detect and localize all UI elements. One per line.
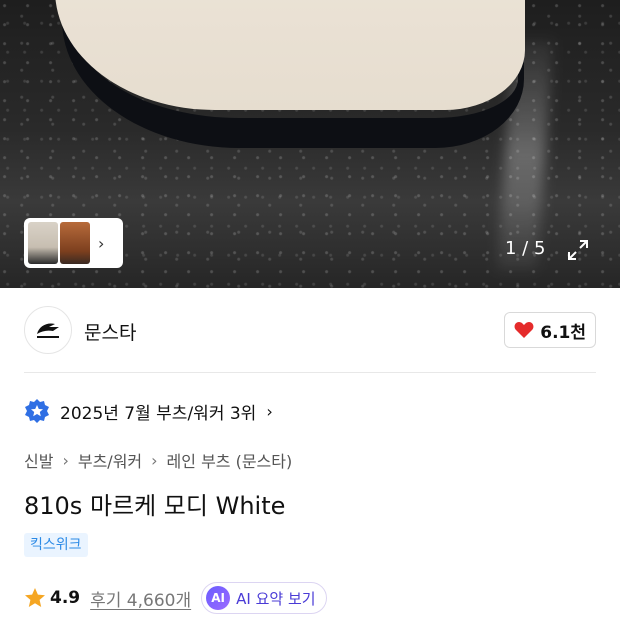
product-title: 810s 마르케 모디 White — [24, 492, 286, 520]
heart-icon — [514, 322, 534, 338]
ranking-medal-icon — [25, 399, 49, 423]
chevron-right-icon[interactable]: › — [98, 234, 104, 253]
brand-name[interactable]: 문스타 — [84, 318, 136, 345]
ai-summary-label: AI 요약 보기 — [236, 589, 316, 608]
thumbnail-2[interactable] — [60, 222, 90, 264]
brand-row: 문스타 6.1천 — [24, 306, 596, 354]
brand-logo-icon[interactable] — [24, 306, 72, 354]
like-count: 6.1천 — [540, 322, 586, 343]
breadcrumb-item[interactable]: 신발 — [24, 448, 53, 472]
breadcrumb-item[interactable]: 레인 부츠 (문스타) — [167, 448, 293, 472]
thumbnail-strip[interactable]: › — [24, 218, 123, 268]
breadcrumb-item[interactable]: 부츠/워커 — [78, 448, 142, 472]
product-image-gallery[interactable]: › 1 / 5 — [0, 0, 620, 288]
chevron-right-icon: › — [266, 401, 273, 421]
ai-summary-button[interactable]: AI AI 요약 보기 — [201, 582, 327, 614]
like-button[interactable]: 6.1천 — [504, 312, 596, 348]
expand-icon[interactable] — [567, 239, 589, 261]
divider — [24, 372, 596, 373]
breadcrumb: 신발 › 부츠/워커 › 레인 부츠 (문스타) — [24, 448, 292, 472]
rating-value: 4.9 — [50, 588, 81, 608]
chevron-right-icon: › — [62, 450, 69, 470]
rating-row: 4.9 후기 4,660개 AI AI 요약 보기 — [24, 582, 327, 614]
image-counter: 1 / 5 — [505, 238, 546, 259]
star-icon — [25, 588, 45, 607]
thumbnail-1[interactable] — [28, 222, 58, 264]
chevron-right-icon: › — [151, 450, 158, 470]
ai-icon: AI — [206, 586, 231, 610]
event-tag-badge[interactable]: 킥스위크 — [24, 533, 88, 557]
ranking-text: 2025년 7월 부츠/워커 3위 — [60, 403, 257, 424]
review-count-link[interactable]: 후기 4,660개 — [90, 586, 191, 611]
ranking-link[interactable]: 2025년 7월 부츠/워커 3위 › — [24, 398, 273, 424]
